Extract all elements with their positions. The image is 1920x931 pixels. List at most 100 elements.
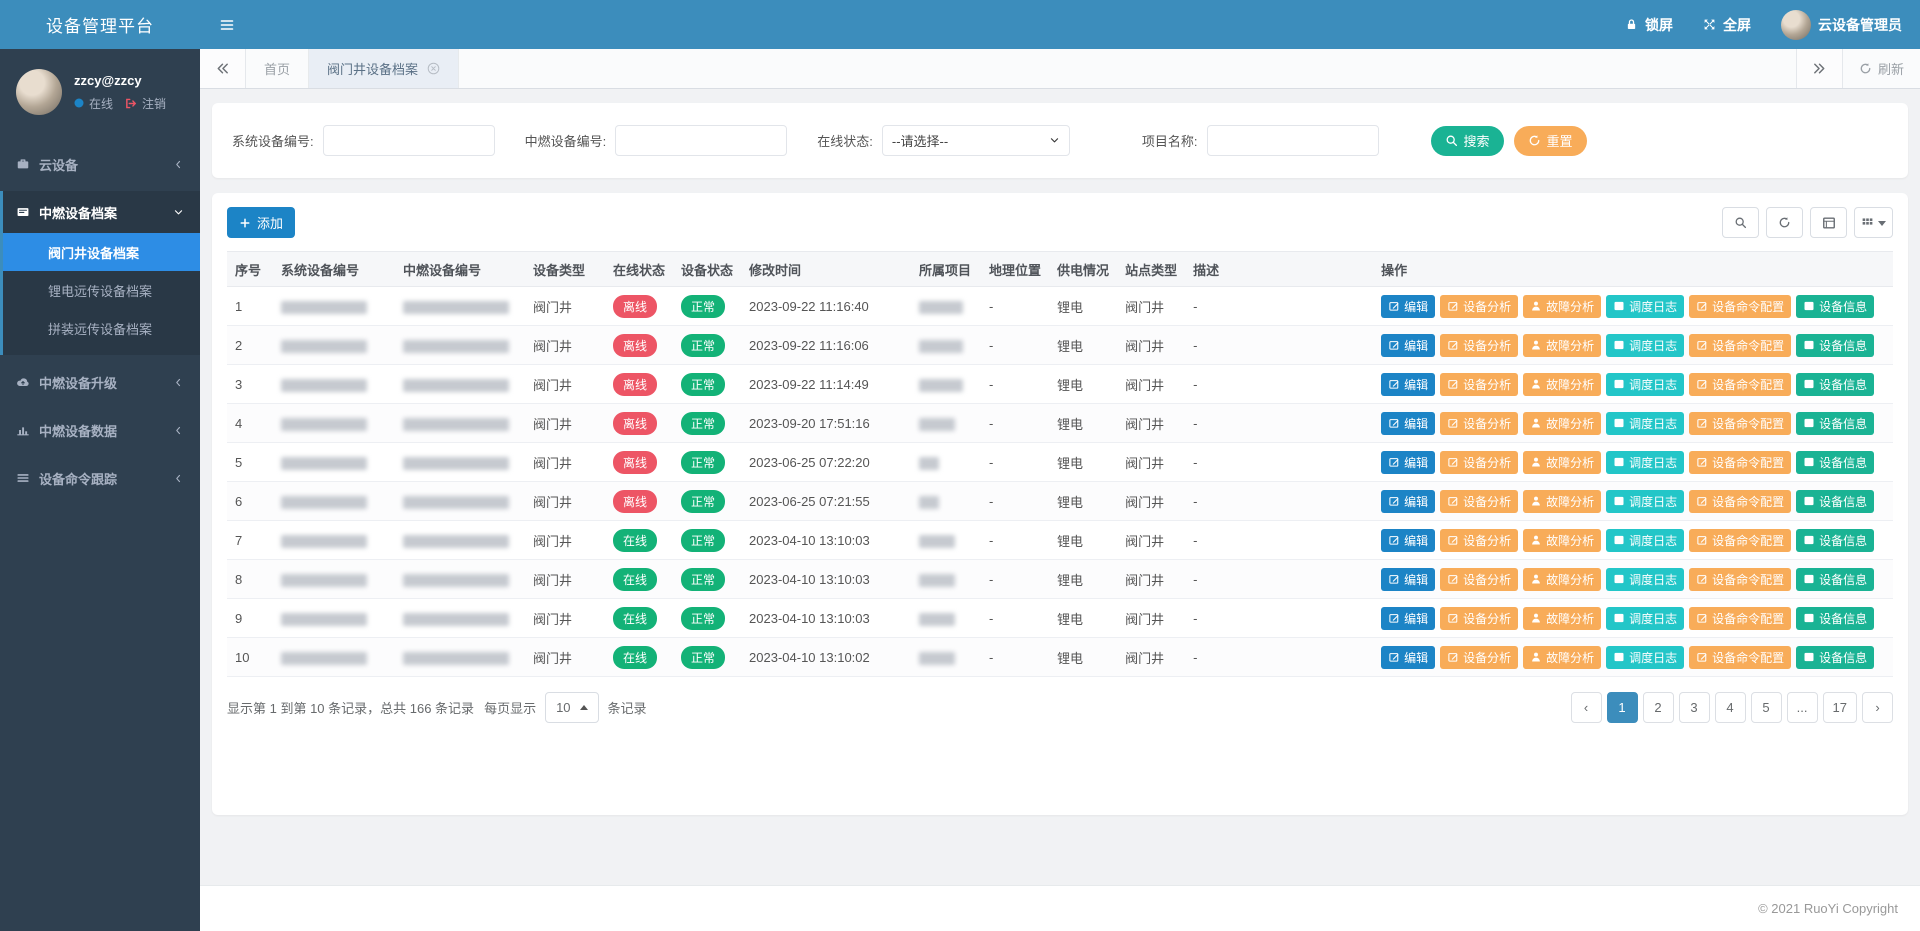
sidebar-subitem[interactable]: 阀门井设备档案 — [3, 233, 200, 271]
sidebar-item[interactable]: 中燃设备档案 — [3, 191, 200, 233]
action-button[interactable]: 故障分析 — [1523, 295, 1601, 318]
action-button[interactable]: 设备信息 — [1796, 334, 1874, 357]
action-button[interactable]: 设备信息 — [1796, 490, 1874, 513]
logout-link[interactable]: 注销 — [142, 95, 166, 112]
action-button[interactable]: 故障分析 — [1523, 646, 1601, 669]
refresh-tab-button[interactable]: 刷新 — [1842, 49, 1920, 88]
tab-close-icon[interactable] — [427, 62, 440, 75]
sidebar-subitem[interactable]: 拼装远传设备档案 — [3, 309, 200, 347]
project-name-input[interactable] — [1207, 125, 1379, 156]
edit-button[interactable]: 编辑 — [1381, 568, 1435, 591]
gas-device-no-input[interactable] — [615, 125, 787, 156]
action-button[interactable]: 设备命令配置 — [1689, 568, 1791, 591]
action-button[interactable]: 调度日志 — [1606, 607, 1684, 630]
sidebar-item[interactable]: 设备命令跟踪 — [0, 457, 200, 499]
tab-item[interactable]: 首页 — [246, 49, 309, 88]
action-button[interactable]: 设备分析 — [1440, 646, 1518, 669]
action-button[interactable]: 设备命令配置 — [1689, 451, 1791, 474]
action-button[interactable]: 调度日志 — [1606, 295, 1684, 318]
page-button[interactable]: 3 — [1679, 692, 1710, 723]
action-button[interactable]: 设备信息 — [1796, 295, 1874, 318]
tabs-scroll-left-button[interactable] — [200, 49, 246, 88]
action-button[interactable]: 调度日志 — [1606, 568, 1684, 591]
reset-button[interactable]: 重置 — [1514, 126, 1587, 156]
action-button[interactable]: 设备命令配置 — [1689, 373, 1791, 396]
lock-screen-button[interactable]: 锁屏 — [1625, 15, 1673, 35]
edit-button[interactable]: 编辑 — [1381, 334, 1435, 357]
hamburger-icon[interactable] — [206, 0, 248, 49]
action-button[interactable]: 调度日志 — [1606, 490, 1684, 513]
action-button[interactable]: 设备命令配置 — [1689, 646, 1791, 669]
edit-button[interactable]: 编辑 — [1381, 490, 1435, 513]
action-button[interactable]: 调度日志 — [1606, 334, 1684, 357]
action-button[interactable]: 设备信息 — [1796, 373, 1874, 396]
action-button[interactable]: 设备信息 — [1796, 412, 1874, 435]
edit-button[interactable]: 编辑 — [1381, 607, 1435, 630]
edit-button[interactable]: 编辑 — [1381, 295, 1435, 318]
sidebar-subitem[interactable]: 锂电远传设备档案 — [3, 271, 200, 309]
action-button[interactable]: 设备分析 — [1440, 490, 1518, 513]
action-button[interactable]: 设备分析 — [1440, 607, 1518, 630]
action-button[interactable]: 设备分析 — [1440, 529, 1518, 552]
edit-button[interactable]: 编辑 — [1381, 451, 1435, 474]
page-button[interactable]: 2 — [1643, 692, 1674, 723]
action-button[interactable]: 故障分析 — [1523, 373, 1601, 396]
action-button[interactable]: 设备分析 — [1440, 334, 1518, 357]
action-button[interactable]: 设备命令配置 — [1689, 490, 1791, 513]
action-button[interactable]: 设备分析 — [1440, 568, 1518, 591]
action-button[interactable]: 设备分析 — [1440, 412, 1518, 435]
tabs-scroll-right-button[interactable] — [1796, 49, 1842, 88]
tab-active[interactable]: 阀门井设备档案 — [309, 49, 459, 88]
action-button[interactable]: 调度日志 — [1606, 529, 1684, 552]
action-button[interactable]: 故障分析 — [1523, 451, 1601, 474]
edit-button[interactable]: 编辑 — [1381, 646, 1435, 669]
action-button[interactable]: 设备信息 — [1796, 568, 1874, 591]
fullscreen-button[interactable]: 全屏 — [1703, 15, 1751, 35]
action-button[interactable]: 故障分析 — [1523, 568, 1601, 591]
edit-button[interactable]: 编辑 — [1381, 373, 1435, 396]
search-button[interactable]: 搜索 — [1431, 126, 1504, 156]
sidebar-item[interactable]: 中燃设备升级 — [0, 361, 200, 403]
page-button[interactable]: 1 — [1607, 692, 1638, 723]
sidebar-item[interactable]: 云设备 — [0, 143, 200, 185]
page-button[interactable]: 5 — [1751, 692, 1782, 723]
user-menu[interactable]: 云设备管理员 — [1781, 10, 1902, 40]
action-button[interactable]: 调度日志 — [1606, 646, 1684, 669]
action-button[interactable]: 设备命令配置 — [1689, 607, 1791, 630]
action-button[interactable]: 设备信息 — [1796, 451, 1874, 474]
page-size-select[interactable]: 10 — [545, 692, 598, 723]
action-button[interactable]: 设备信息 — [1796, 529, 1874, 552]
action-button[interactable]: 故障分析 — [1523, 334, 1601, 357]
avatar[interactable] — [16, 69, 62, 115]
system-device-no-input[interactable] — [323, 125, 495, 156]
action-button[interactable]: 故障分析 — [1523, 607, 1601, 630]
action-button[interactable]: 设备命令配置 — [1689, 412, 1791, 435]
action-button[interactable]: 设备分析 — [1440, 451, 1518, 474]
sidebar-item[interactable]: 中燃设备数据 — [0, 409, 200, 451]
action-button[interactable]: 设备信息 — [1796, 646, 1874, 669]
table-refresh-button[interactable] — [1766, 207, 1803, 238]
action-button[interactable]: 设备命令配置 — [1689, 529, 1791, 552]
edit-button[interactable]: 编辑 — [1381, 529, 1435, 552]
edit-button[interactable]: 编辑 — [1381, 412, 1435, 435]
action-button[interactable]: 故障分析 — [1523, 529, 1601, 552]
table-columns-button[interactable] — [1854, 207, 1893, 238]
action-button[interactable]: 调度日志 — [1606, 412, 1684, 435]
action-button[interactable]: 设备分析 — [1440, 373, 1518, 396]
page-button[interactable]: 17 — [1823, 692, 1857, 723]
action-button[interactable]: 故障分析 — [1523, 490, 1601, 513]
action-button[interactable]: 设备信息 — [1796, 607, 1874, 630]
action-button[interactable]: 调度日志 — [1606, 373, 1684, 396]
add-button[interactable]: 添加 — [227, 207, 295, 238]
action-button[interactable]: 设备分析 — [1440, 295, 1518, 318]
action-button[interactable]: 设备命令配置 — [1689, 334, 1791, 357]
action-button[interactable]: 设备命令配置 — [1689, 295, 1791, 318]
page-next-button[interactable]: › — [1862, 692, 1893, 723]
action-button[interactable]: 调度日志 — [1606, 451, 1684, 474]
table-toggle-view-button[interactable] — [1810, 207, 1847, 238]
page-prev-button[interactable]: ‹ — [1571, 692, 1602, 723]
logout-icon[interactable] — [124, 97, 137, 110]
action-button[interactable]: 故障分析 — [1523, 412, 1601, 435]
page-button[interactable]: 4 — [1715, 692, 1746, 723]
online-status-select[interactable]: --请选择-- — [882, 125, 1070, 156]
